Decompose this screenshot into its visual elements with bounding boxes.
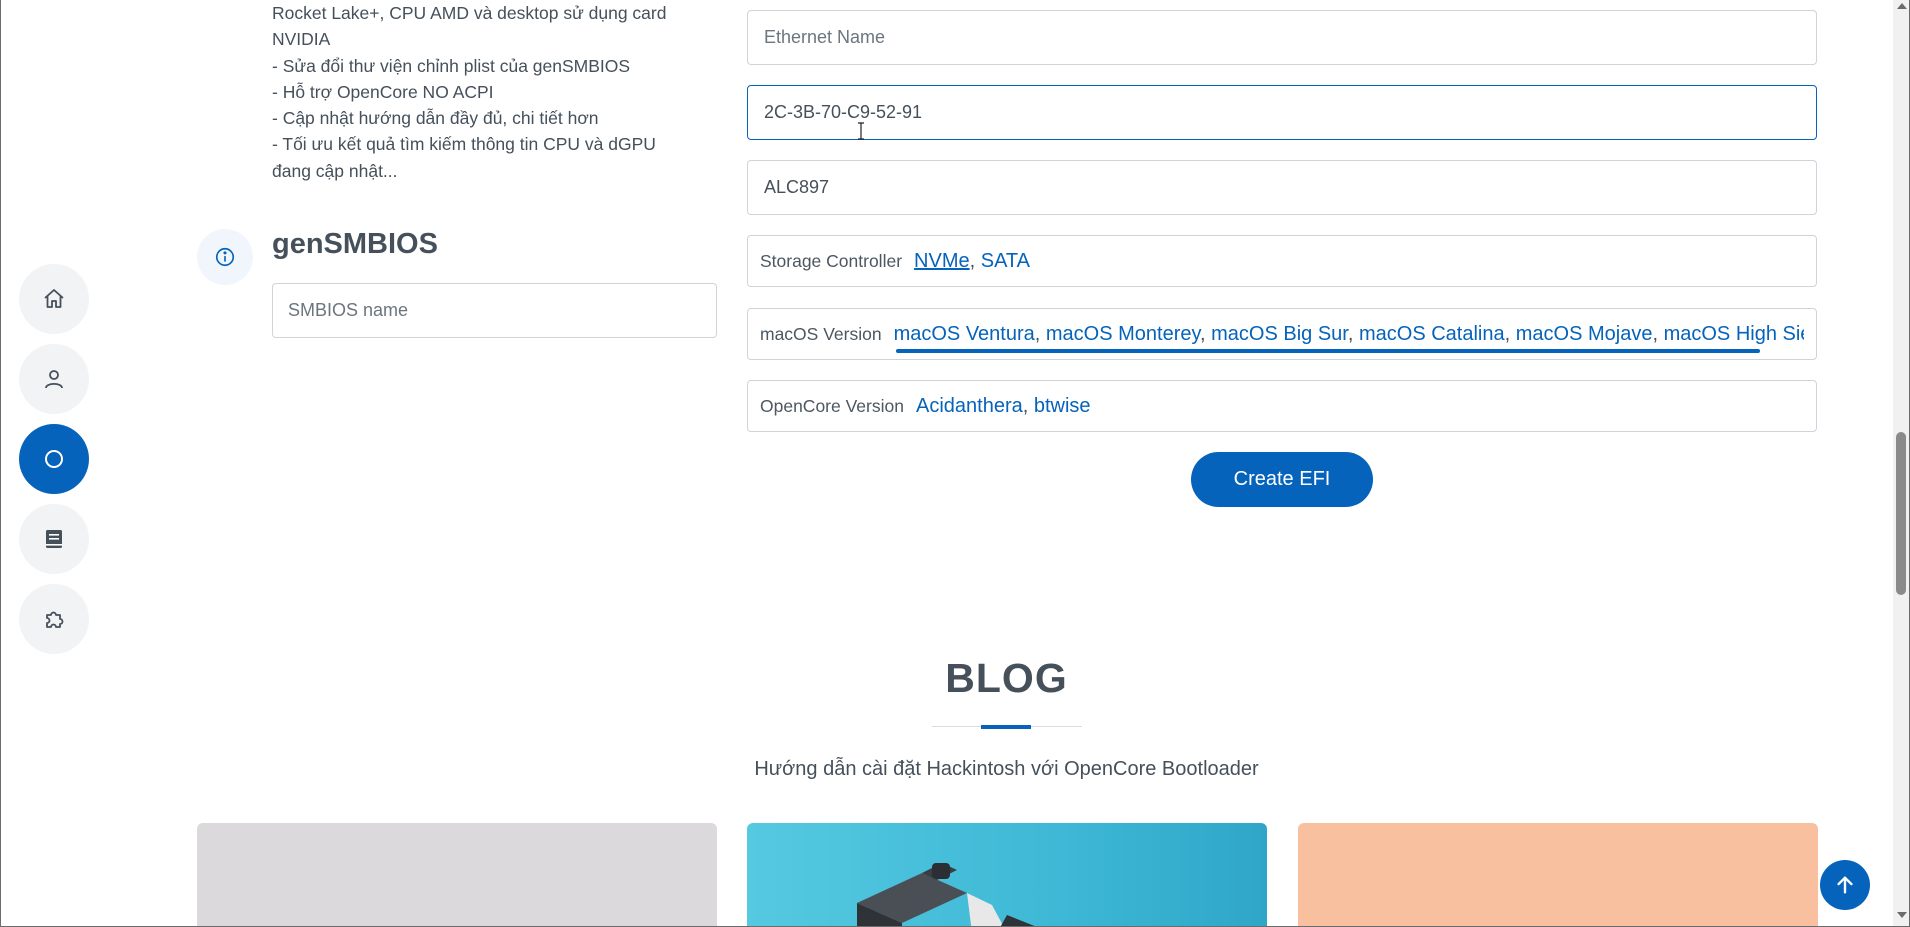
side-nav	[19, 264, 89, 664]
opencore-version-field[interactable]: OpenCore Version Acidanthera, btwise	[747, 380, 1817, 432]
changelog-line: đang cập nhật...	[272, 160, 398, 181]
tag-scrollbar[interactable]	[896, 349, 1760, 353]
book-icon	[46, 530, 62, 548]
title-divider-accent	[981, 725, 1031, 729]
tag-nvme[interactable]: NVMe	[914, 250, 970, 272]
scroll-up-arrow-icon[interactable]	[1897, 3, 1907, 9]
page-scrollbar[interactable]	[1893, 0, 1910, 927]
smbios-name-input[interactable]: SMBIOS name	[272, 283, 717, 338]
tag-macos[interactable]: macOS Catalina	[1359, 323, 1505, 345]
nav-blog-button[interactable]	[19, 504, 89, 574]
tag-sata[interactable]: SATA	[981, 250, 1030, 272]
tag-macos[interactable]: macOS Ventura	[894, 323, 1035, 345]
mac-address-input[interactable]: 2C-3B-70-C9-52-91	[747, 85, 1817, 140]
macos-version-label: macOS Version	[760, 323, 882, 344]
nav-about-button[interactable]	[19, 344, 89, 414]
gensmbios-title: genSMBIOS	[272, 228, 438, 260]
changelog-line: - Sửa đổi thư viện chỉnh plist của genSM…	[272, 55, 631, 76]
blog-card[interactable]	[197, 823, 717, 927]
storage-controller-values: NVMe, SATA	[914, 249, 1031, 272]
text-cursor-icon	[858, 122, 864, 140]
puzzle-icon	[46, 611, 64, 628]
nav-home-button[interactable]	[19, 264, 89, 334]
changelog-line: - Hỗ trợ OpenCore NO ACPI	[272, 81, 494, 102]
nav-plugins-button[interactable]	[19, 584, 89, 654]
ethernet-name-input[interactable]: Ethernet Name	[747, 10, 1817, 65]
info-badge	[197, 229, 253, 285]
blog-title: BLOG	[945, 655, 1068, 701]
blog-card[interactable]	[1298, 823, 1818, 927]
changelog-line: - Tối ưu kết quả tìm kiếm thông tin CPU …	[272, 134, 656, 155]
blog-subtitle: Hướng dẫn cài đặt Hackintosh với OpenCor…	[754, 758, 1259, 780]
storage-controller-field[interactable]: Storage Controller NVMe, SATA	[747, 235, 1817, 287]
home-icon	[44, 289, 64, 308]
changelog-text: Rocket Lake+, CPU AMD và desktop sử dụng…	[272, 0, 712, 184]
tag-macos[interactable]: macOS Monterey	[1046, 323, 1200, 345]
tag-acidanthera[interactable]: Acidanthera	[916, 395, 1023, 417]
back-to-top-button[interactable]	[1820, 860, 1870, 910]
macos-version-values: macOS Ventura, macOS Monterey, macOS Big…	[894, 323, 1804, 346]
usb-drive-illustration	[857, 863, 1037, 927]
changelog-line: - Cập nhật hướng dẫn đầy đủ, chi tiết hơ…	[272, 108, 599, 129]
tag-macos[interactable]: macOS Big Sur	[1211, 323, 1348, 345]
blog-card[interactable]	[747, 823, 1267, 927]
tag-btwise[interactable]: btwise	[1034, 395, 1091, 417]
opencore-version-label: OpenCore Version	[760, 395, 904, 416]
arrow-up-icon	[1837, 876, 1853, 894]
audio-codec-input[interactable]: ALC897	[747, 160, 1817, 215]
info-icon	[215, 247, 235, 267]
scroll-thumb[interactable]	[1896, 432, 1906, 595]
storage-controller-label: Storage Controller	[760, 250, 903, 271]
tag-macos[interactable]: macOS High Sierra	[1664, 323, 1804, 345]
changelog-line: Rocket Lake+, CPU AMD và desktop sử dụng…	[272, 3, 667, 23]
scroll-down-arrow-icon[interactable]	[1897, 912, 1907, 918]
user-icon	[45, 370, 63, 389]
nav-tool-button[interactable]	[19, 424, 89, 494]
changelog-line: NVIDIA	[272, 29, 331, 50]
tag-macos[interactable]: macOS Mojave	[1516, 323, 1653, 345]
opencore-version-values: Acidanthera, btwise	[915, 394, 1091, 417]
circle-icon	[45, 450, 63, 468]
create-efi-button[interactable]: Create EFI	[1191, 452, 1373, 507]
